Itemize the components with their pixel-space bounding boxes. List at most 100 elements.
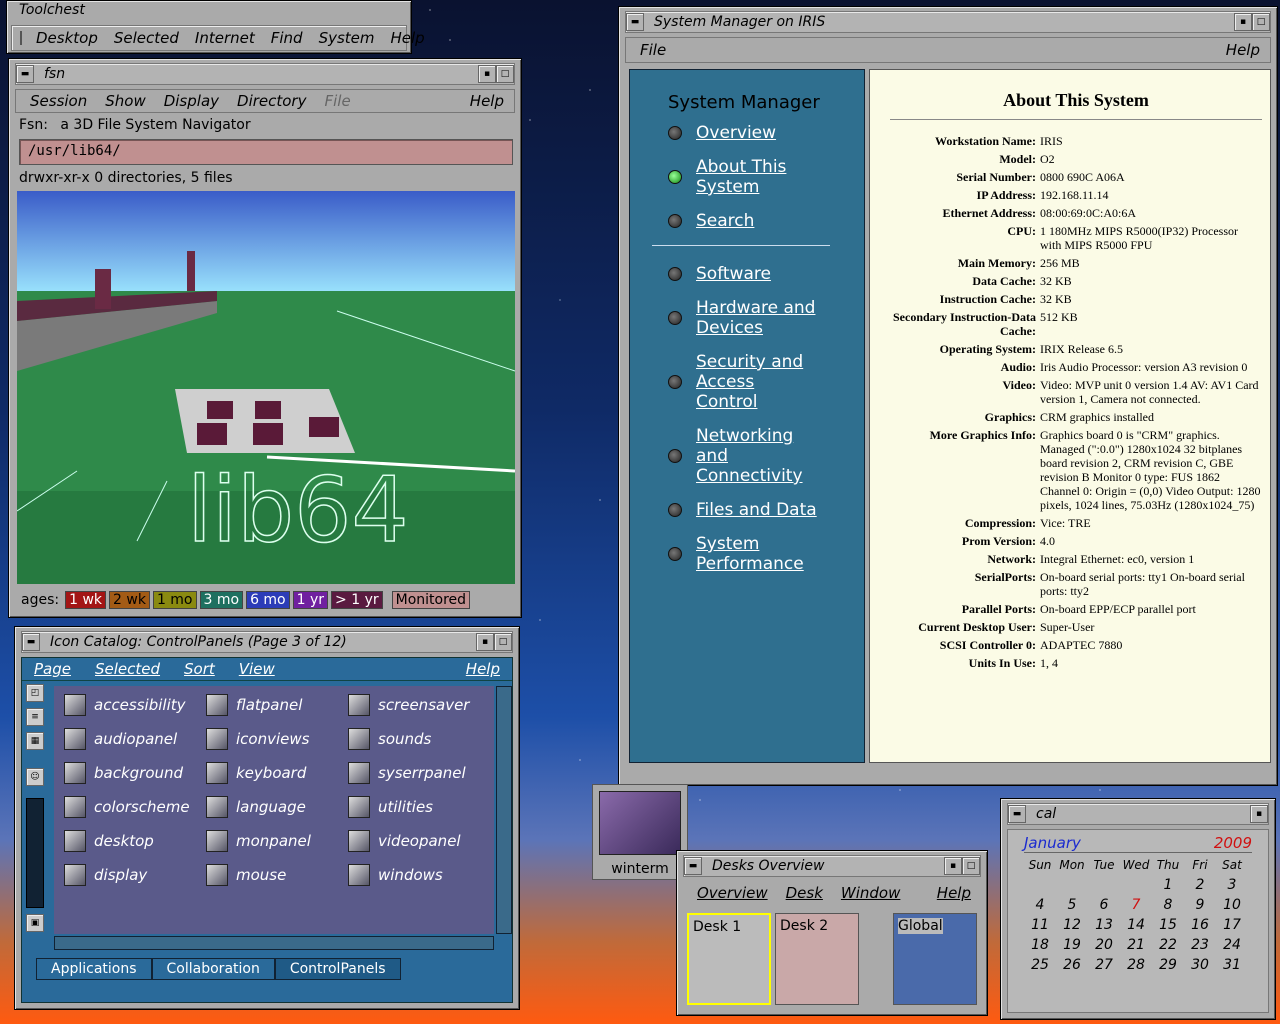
maximize-icon[interactable]: □ (962, 857, 980, 875)
desks-menu-overview[interactable]: Overview (697, 884, 768, 902)
cal-day[interactable]: 16 (1184, 915, 1216, 935)
fsn-menu-display[interactable]: Display (164, 92, 219, 110)
toolchest-internet[interactable]: Internet (195, 29, 255, 47)
sysman-menu-help[interactable]: Help (1226, 41, 1260, 59)
toolchest-desktop[interactable]: Desktop (36, 29, 98, 47)
icon-background[interactable]: background (64, 756, 206, 790)
desk-1[interactable]: Desk 1 (687, 913, 771, 1005)
nav-overview[interactable]: Overview (668, 123, 864, 143)
toolchest-selected[interactable]: Selected (114, 29, 179, 47)
cal-day[interactable]: 27 (1088, 955, 1120, 975)
desks-menu-help[interactable]: Help (937, 884, 971, 902)
tab-collaboration[interactable]: Collaboration (151, 958, 275, 980)
tab-applications[interactable]: Applications (36, 958, 152, 980)
desk-global[interactable]: Global (893, 913, 977, 1005)
cal-day[interactable]: 7 (1120, 895, 1152, 915)
icon-audiopanel[interactable]: audiopanel (64, 722, 206, 756)
iconcat-hscrollbar[interactable] (54, 936, 494, 950)
cal-day[interactable]: 15 (1152, 915, 1184, 935)
cal-day[interactable] (1024, 875, 1056, 895)
maximize-icon[interactable]: □ (1252, 13, 1270, 31)
icon-monpanel[interactable]: monpanel (206, 824, 348, 858)
cal-day[interactable]: 28 (1120, 955, 1152, 975)
iconcat-menu-page[interactable]: Page (34, 660, 71, 678)
icon-windows[interactable]: windows (348, 858, 490, 892)
cal-day[interactable]: 26 (1056, 955, 1088, 975)
nav-hardware[interactable]: Hardware and Devices (668, 298, 864, 338)
sysman-menu-file[interactable]: File (640, 41, 666, 59)
iconcat-menu-help[interactable]: Help (466, 660, 500, 678)
cal-day[interactable]: 17 (1216, 915, 1248, 935)
desks-titlebar[interactable]: ▬ Desks Overview ▪ □ (683, 855, 981, 877)
toolchest-help[interactable]: Help (391, 29, 425, 47)
nav-software[interactable]: Software (668, 264, 864, 284)
iconcat-zoom-slider[interactable] (26, 798, 44, 908)
nav-performance[interactable]: System Performance (668, 534, 864, 574)
cal-day[interactable]: 4 (1024, 895, 1056, 915)
icon-keyboard[interactable]: keyboard (206, 756, 348, 790)
cal-day[interactable]: 12 (1056, 915, 1088, 935)
cal-day[interactable] (1120, 875, 1152, 895)
window-menu-icon[interactable]: ▬ (626, 13, 644, 31)
icon-accessibility[interactable]: accessibility (64, 688, 206, 722)
fsn-menu-help[interactable]: Help (470, 92, 504, 110)
cal-day[interactable]: 13 (1088, 915, 1120, 935)
cal-day[interactable]: 30 (1184, 955, 1216, 975)
cal-day[interactable]: 1 (1152, 875, 1184, 895)
cal-day[interactable]: 21 (1120, 935, 1152, 955)
fsn-path-field[interactable]: /usr/lib64/ (19, 139, 513, 165)
icon-catalog-titlebar[interactable]: ▬ Icon Catalog: ControlPanels (Page 3 of… (21, 631, 513, 653)
window-menu-icon[interactable]: ▬ (1008, 805, 1026, 823)
nav-search[interactable]: Search (668, 211, 864, 231)
icon-mouse[interactable]: mouse (206, 858, 348, 892)
nav-files[interactable]: Files and Data (668, 500, 864, 520)
tab-controlpanels[interactable]: ControlPanels (274, 958, 401, 980)
nav-security[interactable]: Security and Access Control (668, 352, 864, 412)
icon-display[interactable]: display (64, 858, 206, 892)
cal-day[interactable]: 19 (1056, 935, 1088, 955)
fsn-3d-viewport[interactable]: lib64 (17, 191, 515, 584)
nav-about[interactable]: About This System (668, 157, 864, 197)
cal-day[interactable]: 31 (1216, 955, 1248, 975)
icon-flatpanel[interactable]: flatpanel (206, 688, 348, 722)
cal-day[interactable]: 20 (1088, 935, 1120, 955)
cal-day[interactable] (1056, 875, 1088, 895)
minimize-icon[interactable]: ▪ (478, 65, 496, 83)
cal-day[interactable]: 25 (1024, 955, 1056, 975)
iconcat-menu-sort[interactable]: Sort (184, 660, 215, 678)
view-list-button[interactable]: ≡ (26, 708, 44, 726)
icon-videopanel[interactable]: videopanel (348, 824, 490, 858)
cal-day[interactable]: 14 (1120, 915, 1152, 935)
icon-language[interactable]: language (206, 790, 348, 824)
cal-day[interactable]: 10 (1216, 895, 1248, 915)
minimize-icon[interactable]: ▪ (1234, 13, 1252, 31)
fsn-titlebar[interactable]: ▬ fsn ▪ □ (15, 63, 515, 85)
winterm-desktop-icon[interactable]: winterm (592, 784, 688, 880)
minimize-icon[interactable]: ▪ (944, 857, 962, 875)
cal-day[interactable] (1088, 875, 1120, 895)
icon-sounds[interactable]: sounds (348, 722, 490, 756)
cal-day[interactable]: 9 (1184, 895, 1216, 915)
desks-menu-window[interactable]: Window (841, 884, 900, 902)
cal-day[interactable]: 22 (1152, 935, 1184, 955)
desks-menu-desk[interactable]: Desk (786, 884, 823, 902)
maximize-icon[interactable]: □ (496, 65, 514, 83)
cal-day[interactable]: 3 (1216, 875, 1248, 895)
fsn-menu-show[interactable]: Show (105, 92, 145, 110)
cal-day[interactable]: 23 (1184, 935, 1216, 955)
view-icon-button[interactable]: ◰ (26, 684, 44, 702)
cal-day[interactable]: 18 (1024, 935, 1056, 955)
cal-day[interactable]: 5 (1056, 895, 1088, 915)
cal-day[interactable]: 11 (1024, 915, 1056, 935)
icon-colorscheme[interactable]: colorscheme (64, 790, 206, 824)
zoom-reset-icon[interactable]: ▣ (26, 914, 44, 932)
home-icon[interactable]: ☺ (26, 768, 44, 786)
view-grid-button[interactable]: ▦ (26, 732, 44, 750)
minimize-icon[interactable]: ▪ (1250, 805, 1268, 823)
icon-screensaver[interactable]: screensaver (348, 688, 490, 722)
iconcat-vscrollbar[interactable] (496, 686, 512, 934)
desk-2[interactable]: Desk 2 (775, 913, 859, 1005)
icon-utilities[interactable]: utilities (348, 790, 490, 824)
toolchest-icon[interactable] (20, 31, 22, 45)
fsn-menu-directory[interactable]: Directory (237, 92, 306, 110)
